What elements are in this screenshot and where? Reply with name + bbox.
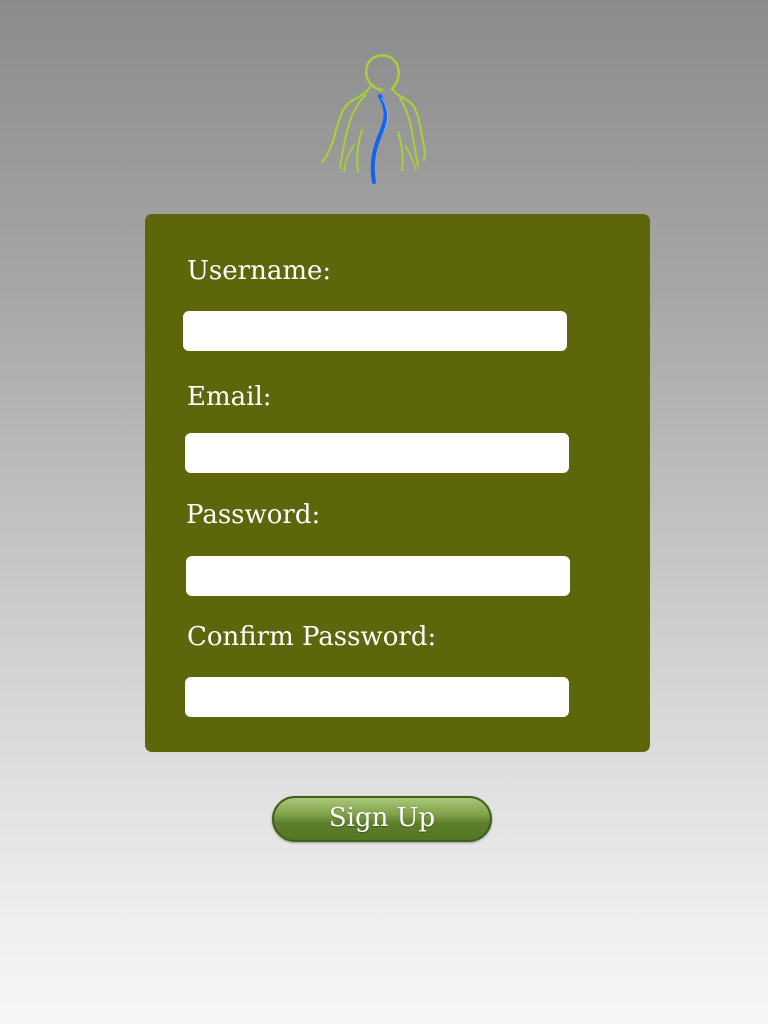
password-field[interactable]: [186, 556, 570, 596]
confirm-password-field[interactable]: [185, 677, 569, 717]
app-logo: [318, 50, 428, 185]
password-label: Password:: [186, 500, 321, 530]
sign-up-button[interactable]: Sign Up: [272, 796, 492, 842]
signup-form: Username: Email: Password: Confirm Passw…: [145, 214, 650, 752]
username-label: Username:: [187, 256, 332, 286]
confirm-password-label: Confirm Password:: [187, 622, 437, 652]
spine-body-icon: [320, 54, 426, 184]
email-label: Email:: [187, 382, 272, 412]
username-field[interactable]: [183, 311, 567, 351]
email-field[interactable]: [185, 433, 569, 473]
